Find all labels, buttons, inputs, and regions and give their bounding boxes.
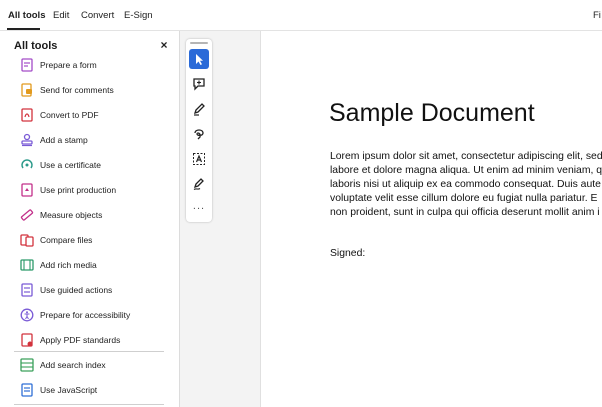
document-page: Sample Document Lorem ipsum dolor sit am…	[261, 31, 602, 407]
tool-send-comments[interactable]: Send for comments	[0, 79, 179, 104]
add-text-icon	[193, 153, 205, 165]
tool-label: Use print production	[40, 185, 117, 195]
add-text-button[interactable]	[189, 149, 209, 169]
javascript-icon	[21, 383, 33, 397]
document-paragraph-line: labore et dolore magna aliqua. Ut enim a…	[330, 165, 602, 176]
close-icon[interactable]: ×	[158, 39, 170, 51]
tool-search-index[interactable]: Add search index	[0, 354, 179, 379]
all-tools-panel: All tools × Prepare a form Send for comm…	[0, 31, 180, 407]
menu-truncated-item[interactable]: Fi	[593, 10, 601, 21]
measure-icon	[20, 209, 34, 221]
document-paragraph-line: non proident, sunt in culpa qui officia …	[330, 207, 600, 218]
tool-convert-pdf[interactable]: Convert to PDF	[0, 104, 179, 129]
tool-label: Use guided actions	[40, 285, 113, 295]
tool-add-stamp[interactable]: Add a stamp	[0, 129, 179, 154]
tool-print-production[interactable]: Use print production	[0, 179, 179, 204]
convert-pdf-icon	[21, 108, 33, 122]
menu-e-sign[interactable]: E-Sign	[124, 10, 153, 21]
tool-label: Convert to PDF	[40, 110, 99, 120]
rail-drag-handle[interactable]	[190, 42, 208, 44]
document-paragraph-line: voluptate velit esse cillum dolore eu fu…	[330, 193, 598, 204]
guided-actions-icon	[21, 283, 33, 297]
panel-title: All tools	[14, 40, 58, 52]
more-tools-icon[interactable]: ...	[186, 200, 212, 212]
tool-label: Add search index	[40, 360, 106, 370]
stamp-icon	[21, 133, 33, 147]
tool-label: Compare files	[40, 235, 93, 245]
compare-files-icon	[20, 234, 34, 247]
tool-compare-files[interactable]: Compare files	[0, 229, 179, 254]
document-paragraph-line: laboris nisi ut aliquip ex ea commodo co…	[330, 179, 601, 190]
tool-label: Send for comments	[40, 85, 114, 95]
accessibility-icon	[20, 308, 34, 322]
document-paragraph-line: Lorem ipsum dolor sit amet, consectetur …	[330, 151, 602, 162]
fill-sign-icon	[193, 178, 204, 190]
rich-media-icon	[20, 259, 34, 271]
send-comments-icon	[21, 83, 32, 97]
select-tool-button[interactable]	[189, 49, 209, 69]
add-comment-icon	[193, 78, 205, 91]
tool-accessibility[interactable]: Prepare for accessibility	[0, 304, 179, 329]
tool-prepare-form[interactable]: Prepare a form	[0, 54, 179, 79]
highlight-pen-icon	[193, 103, 205, 116]
tool-measure-objects[interactable]: Measure objects	[0, 204, 179, 229]
quick-tools-rail: ...	[186, 39, 212, 222]
highlight-button[interactable]	[189, 99, 209, 119]
document-signed-label: Signed:	[330, 248, 366, 259]
tool-label: Use JavaScript	[40, 385, 98, 395]
tool-label: Prepare a form	[40, 60, 97, 70]
menu-edit[interactable]: Edit	[53, 10, 69, 21]
print-production-icon	[21, 183, 33, 197]
tool-label: Add a stamp	[40, 135, 88, 145]
document-title: Sample Document	[329, 99, 535, 127]
tool-guided-actions[interactable]: Use guided actions	[0, 279, 179, 304]
top-menu-bar: All tools Edit Convert E-Sign Fi	[0, 0, 602, 31]
menu-convert[interactable]: Convert	[81, 10, 114, 21]
tool-rail-area: ...	[180, 31, 261, 407]
panel-divider	[14, 404, 164, 405]
tool-label: Apply PDF standards	[40, 335, 121, 345]
tool-label: Measure objects	[40, 210, 103, 220]
select-cursor-icon	[196, 54, 203, 65]
search-index-icon	[20, 358, 34, 372]
tool-rich-media[interactable]: Add rich media	[0, 254, 179, 279]
tool-label: Add rich media	[40, 260, 97, 270]
draw-freeform-icon	[194, 129, 204, 140]
tool-label: Use a certificate	[40, 160, 101, 170]
active-tab-indicator	[7, 28, 40, 30]
fill-sign-button[interactable]	[189, 174, 209, 194]
draw-button[interactable]	[189, 124, 209, 144]
tool-label: Prepare for accessibility	[40, 310, 131, 320]
add-comment-button[interactable]	[189, 74, 209, 94]
pdf-standards-icon	[21, 333, 33, 347]
tool-use-certificate[interactable]: Use a certificate	[0, 154, 179, 179]
certificate-icon	[21, 159, 33, 169]
menu-all-tools[interactable]: All tools	[8, 10, 45, 21]
panel-divider	[14, 351, 164, 352]
tool-javascript[interactable]: Use JavaScript	[0, 379, 179, 404]
prepare-form-icon	[21, 58, 33, 72]
